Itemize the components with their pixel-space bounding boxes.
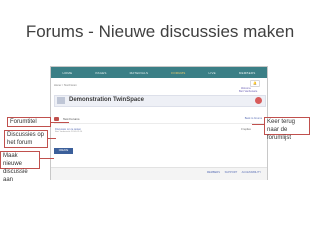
- breadcrumb[interactable]: Home > Test Forum: [54, 84, 77, 87]
- twinspace-screenshot: HOME PAGES MATERIALS FORUMS LIVE MEMBERS…: [50, 66, 268, 180]
- footer: MEMBERS SUPPORT ACCESSIBILITY: [51, 167, 267, 180]
- space-title: Demonstration TwinSpace: [69, 97, 144, 103]
- callout-back: Keer terug naar de forumlijst: [264, 117, 310, 141]
- callout-discussions: Discussies op het forum: [4, 130, 48, 148]
- bell-icon[interactable]: 🔔: [250, 80, 260, 87]
- badge-icon: [255, 97, 262, 104]
- user-name-link[interactable]: Bert Vanbutsele: [239, 90, 257, 93]
- forum-title-row: Test Forums Back to forums: [54, 116, 264, 124]
- nav-members[interactable]: MEMBERS: [239, 71, 256, 75]
- nav-pages[interactable]: PAGES: [95, 71, 106, 75]
- top-navigation: HOME PAGES MATERIALS FORUMS LIVE MEMBERS: [51, 67, 267, 78]
- callout-line-create: [40, 158, 54, 159]
- forum-title: Test Forums: [63, 117, 80, 121]
- forum-icon: [54, 117, 59, 121]
- callout-create-new: Maak nieuwe discussie aan: [0, 151, 40, 183]
- nav-live[interactable]: LIVE: [209, 71, 216, 75]
- discussion-meta: Bert Vanbutsele 2014-02-14: [55, 131, 83, 133]
- callout-line-forum-title: [51, 122, 69, 123]
- callout-line-discussions: [48, 138, 56, 139]
- space-avatar: [57, 97, 65, 104]
- back-to-forums-link[interactable]: Back to forums: [245, 117, 262, 120]
- create-thread-button[interactable]: CREATE THREAD: [54, 148, 73, 158]
- callout-forum-title: Forumtitel: [7, 117, 51, 127]
- nav-materials[interactable]: MATERIALS: [130, 71, 149, 75]
- slide-title: Forums - Nieuwe discussies maken: [25, 22, 295, 41]
- callout-line-back: [252, 124, 264, 125]
- discussion-count: 0 replies: [241, 128, 251, 131]
- nav-forums[interactable]: FORUMS: [171, 71, 185, 75]
- space-header: Demonstration TwinSpace: [54, 95, 266, 107]
- footer-links[interactable]: MEMBERS SUPPORT ACCESSIBILITY: [207, 171, 261, 174]
- nav-home[interactable]: HOME: [63, 71, 73, 75]
